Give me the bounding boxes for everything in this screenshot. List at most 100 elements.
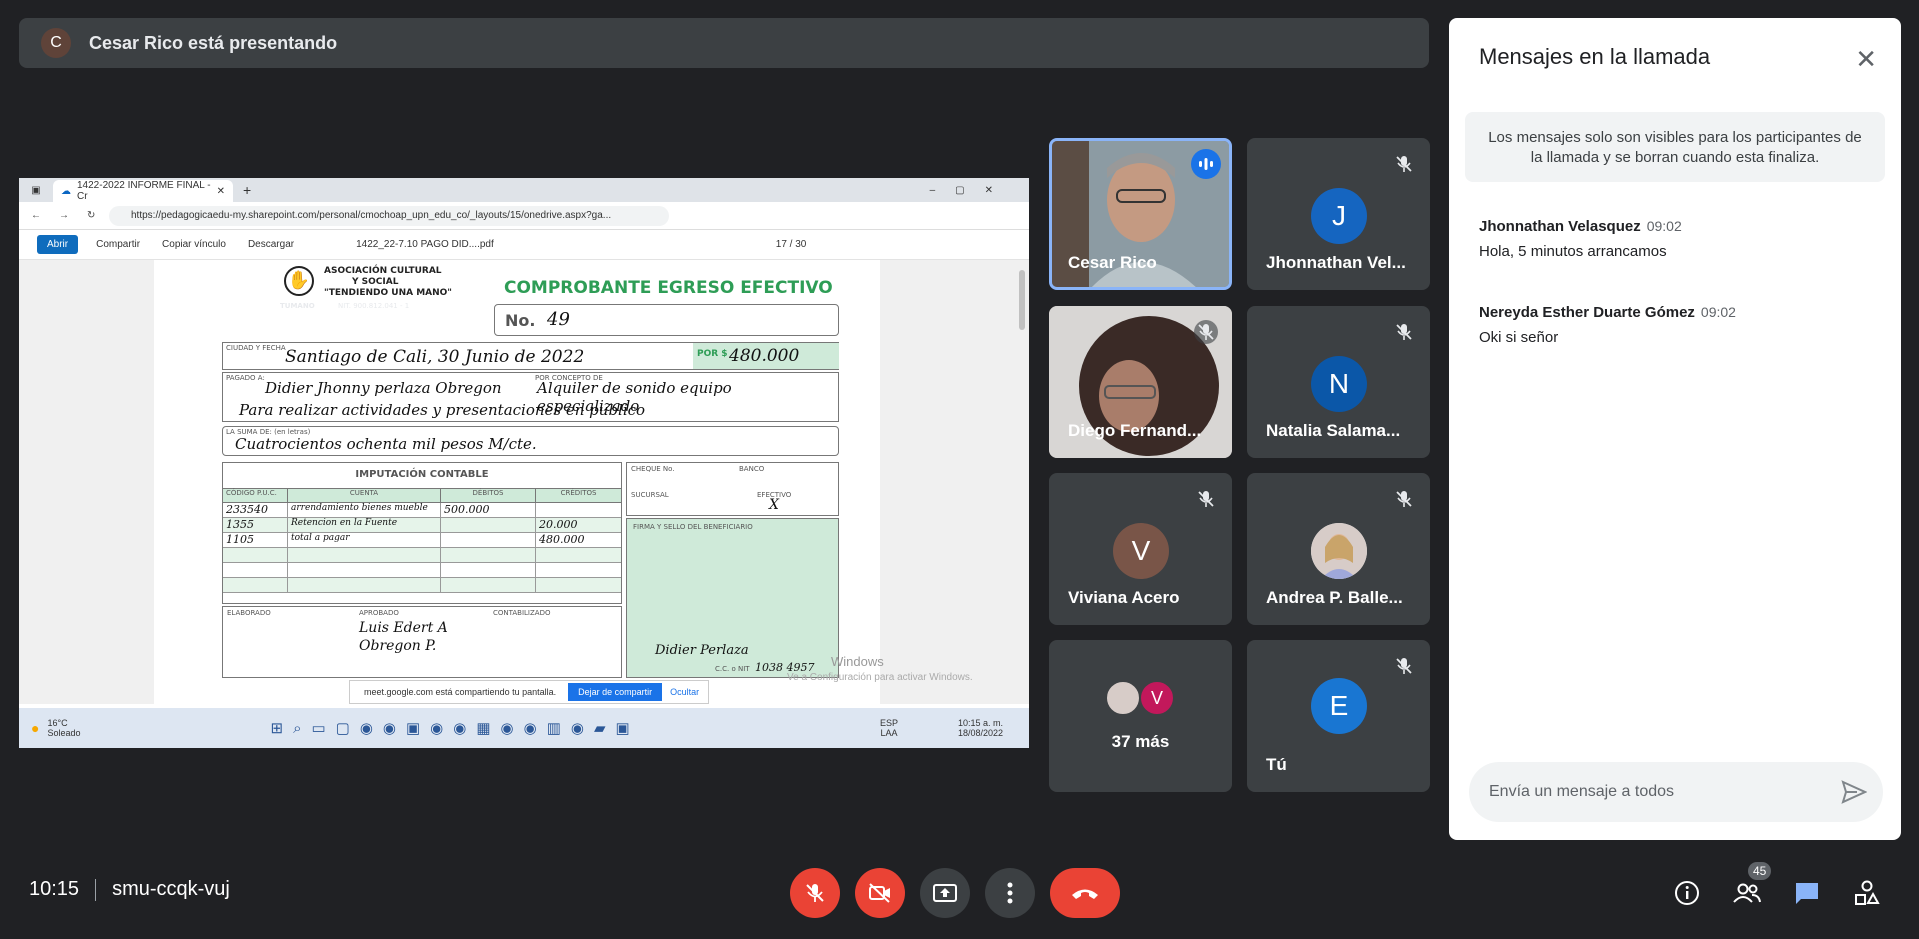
send-icon[interactable] [1841, 780, 1868, 809]
participant-name: Natalia Salama... [1266, 421, 1401, 440]
weather-temp: 16°C [47, 718, 68, 728]
chat-panel: Mensajes en la llamada ✕ Los mensajes so… [1449, 18, 1901, 840]
message-text: Hola, 5 minutos arrancamos [1479, 243, 1667, 260]
participant-name: Diego Fernand... [1068, 421, 1202, 440]
sum-words-value: Cuatrocientos ochenta mil pesos M/cte. [235, 435, 537, 453]
accounting-table: IMPUTACIÓN CONTABLE CÓDIGO P.U.C. CUENTA… [222, 462, 622, 604]
participant-avatar: J [1311, 188, 1367, 244]
accounting-cell-account: total a pagar [288, 533, 441, 547]
org-logo-icon: ✋ [284, 266, 314, 296]
accounting-cell-debit [441, 518, 536, 532]
accounting-cell-account [288, 548, 441, 562]
participant-avatar: E [1311, 678, 1367, 734]
city-date-value: Santiago de Cali, 30 Junio de 2022 [285, 347, 585, 367]
browser-url: https://pedagogicaedu-my.sharepoint.com/… [109, 205, 669, 226]
accounting-row: 1105 total a pagar 480.000 [223, 533, 621, 548]
chat-icon [1796, 883, 1818, 904]
onedrive-icon: ☁ [61, 185, 71, 197]
activities-icon [1855, 880, 1880, 905]
org-line2: Y SOCIAL [352, 277, 399, 287]
chat-input[interactable]: Envía un mensaje a todos [1469, 762, 1883, 822]
meeting-code: smu-ccqk-vuj [112, 878, 230, 900]
browser-tab-title: 1422-2022 INFORME FINAL - Cr [77, 180, 211, 202]
sucursal-label: SUCURSAL [631, 491, 669, 499]
participant-name: Cesar Rico [1068, 253, 1157, 272]
people-count-badge: 45 [1748, 862, 1772, 880]
close-icon[interactable]: ✕ [1855, 44, 1877, 75]
tab-actions-icon: ▣ [31, 184, 41, 196]
more-participants-tile[interactable]: V 37 más [1049, 640, 1232, 792]
message-time: 09:02 [1646, 218, 1682, 234]
shared-screen[interactable]: ▣ ☁ 1422-2022 INFORME FINAL - Cr ✕ + –▢✕… [19, 178, 1029, 748]
camera-toggle-button[interactable] [855, 868, 905, 918]
firma-label: FIRMA Y SELLO DEL BENEFICIARIO [633, 523, 753, 531]
participant-tile-jhonnathan[interactable]: J Jhonnathan Vel... [1247, 138, 1430, 290]
new-tab-icon: + [243, 182, 252, 198]
info-icon [1675, 881, 1699, 905]
receipt-number: 49 [547, 309, 570, 330]
accounting-cell-code: 1355 [223, 518, 288, 532]
chat-button[interactable] [1784, 870, 1830, 916]
activities-button[interactable] [1844, 870, 1890, 916]
efectivo-mark: X [769, 497, 779, 513]
pdf-viewer: ✋ ASOCIACIÓN CULTURAL Y SOCIAL "TENDIEND… [19, 260, 1029, 704]
amount-label: POR $ [697, 349, 728, 359]
taskbar-app-icons: ⊞⌕▭▢◉◉▣◉◉▦◉◉▥◉▰▣ [270, 720, 640, 737]
chat-input-placeholder: Envía un mensaje a todos [1489, 783, 1675, 800]
hang-up-icon [1072, 889, 1098, 899]
more-options-button[interactable] [985, 868, 1035, 918]
more-participant-photo [1105, 680, 1141, 716]
receipt-title: COMPROBANTE EGRESO EFECTIVO [504, 278, 833, 298]
mic-off-icon [1392, 152, 1416, 176]
banco-label: BANCO [739, 465, 765, 473]
accounting-header: CÓDIGO P.U.C. CUENTA DÉBITOS CRÉDITOS [223, 489, 621, 503]
presenter-avatar: C [41, 28, 71, 58]
more-participants-label: 37 más [1111, 732, 1170, 751]
participant-tile-andrea[interactable]: Andrea P. Balle... [1247, 473, 1430, 625]
participant-tile-natalia[interactable]: N Natalia Salama... [1247, 306, 1430, 458]
leave-call-button[interactable] [1050, 868, 1120, 918]
message-sender: Nereyda Esther Duarte Gómez [1479, 304, 1695, 321]
accounting-cell-debit [441, 563, 536, 577]
participant-avatar: V [1113, 523, 1169, 579]
accounting-cell-code [223, 563, 288, 577]
col-code: CÓDIGO P.U.C. [223, 489, 288, 502]
accounting-cell-code [223, 578, 288, 592]
approval-row: ELABORADO APROBADO Luis Edert A Obregon … [222, 606, 622, 678]
meeting-details-button[interactable] [1664, 870, 1710, 916]
beneficiary-signature: Didier Perlaza [655, 643, 749, 658]
download-link: Descargar [247, 239, 295, 250]
accounting-cell-account [288, 563, 441, 577]
message-time: 09:02 [1700, 304, 1736, 320]
divider [95, 878, 97, 901]
participant-tile-self[interactable]: E Tú [1247, 640, 1430, 792]
participant-tile-cesar-rico[interactable]: Cesar Rico [1049, 138, 1232, 290]
more-participant-avatar: V [1139, 680, 1175, 716]
taskbar-date: 18/08/2022 [957, 728, 1003, 738]
participant-tile-viviana[interactable]: V Viviana Acero [1049, 473, 1232, 625]
present-screen-button[interactable] [920, 868, 970, 918]
mic-off-icon [1392, 654, 1416, 678]
message-sender: Jhonnathan Velasquez [1479, 218, 1641, 235]
chat-notice: Los mensajes solo son visibles para los … [1465, 112, 1885, 182]
accounting-cell-credit [536, 563, 621, 577]
browser-tabbar: ▣ ☁ 1422-2022 INFORME FINAL - Cr ✕ + –▢✕ [19, 178, 1029, 202]
copy-link: Copiar vínculo [162, 239, 226, 250]
weather-icon: ● [31, 720, 40, 736]
accounting-cell-credit [536, 503, 621, 517]
sum-words-row: LA SUMA DE: (en letras) Cuatrocientos oc… [222, 426, 839, 456]
chat-message: Jhonnathan Velasquez 09:02 Hola, 5 minuto… [1479, 218, 1682, 260]
org-line1: ASOCIACIÓN CULTURAL [324, 266, 442, 276]
mic-off-icon [1194, 487, 1218, 511]
accounting-cell-credit [536, 578, 621, 592]
participant-tile-diego[interactable]: Diego Fernand... [1049, 306, 1232, 458]
elaborado-label: ELABORADO [227, 609, 271, 617]
accounting-cell-credit [536, 548, 621, 562]
amount-value: 480.000 [729, 346, 800, 366]
weather-desc: Soleado [47, 728, 81, 738]
open-button: Abrir [37, 235, 79, 254]
mic-toggle-button[interactable] [790, 868, 840, 918]
file-name: 1422_22-7.10 PAGO DID....pdf [356, 239, 494, 250]
browser-tab: ☁ 1422-2022 INFORME FINAL - Cr ✕ [53, 180, 233, 202]
accounting-row: 1355 Retencion en la Fuente 20.000 [223, 518, 621, 533]
